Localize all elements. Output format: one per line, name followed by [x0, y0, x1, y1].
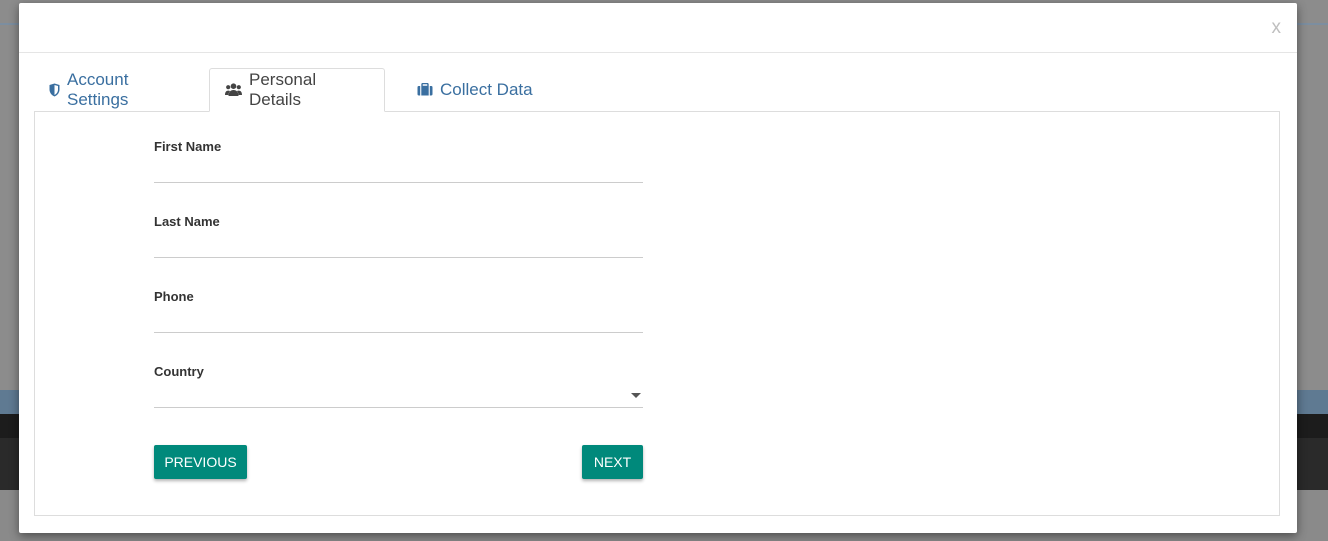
phone-label: Phone — [154, 289, 194, 304]
briefcase-icon — [417, 83, 433, 96]
country-label: Country — [154, 364, 204, 379]
tab-label: Collect Data — [440, 79, 533, 99]
modal-dialog: x Account Settings Personal Details Coll… — [19, 3, 1297, 533]
last-name-label: Last Name — [154, 214, 220, 229]
first-name-field: First Name — [154, 139, 643, 183]
last-name-field: Last Name — [154, 214, 643, 258]
tab-collect-data[interactable]: Collect Data — [402, 68, 548, 111]
shield-icon — [49, 83, 60, 97]
phone-input[interactable] — [154, 311, 643, 333]
modal-header: x — [19, 3, 1297, 53]
last-name-input[interactable] — [154, 236, 643, 258]
first-name-input[interactable] — [154, 161, 643, 183]
users-icon — [225, 83, 242, 97]
tab-label: Account Settings — [67, 69, 129, 109]
country-field: Country — [154, 364, 643, 408]
personal-details-panel: First Name Last Name Phone Country PREVI… — [34, 111, 1280, 516]
chevron-down-icon[interactable] — [631, 393, 641, 398]
next-button[interactable]: NEXT — [582, 445, 643, 479]
tab-bar: Account Settings Personal Details Collec… — [34, 68, 1282, 112]
phone-field: Phone — [154, 289, 643, 333]
close-button[interactable]: x — [1272, 17, 1282, 39]
country-select[interactable] — [154, 386, 643, 408]
previous-button[interactable]: PREVIOUS — [154, 445, 247, 479]
tab-label: Personal Details — [249, 70, 317, 109]
tab-account-settings[interactable]: Account Settings — [34, 68, 206, 111]
tab-personal-details[interactable]: Personal Details — [209, 68, 385, 112]
first-name-label: First Name — [154, 139, 222, 154]
